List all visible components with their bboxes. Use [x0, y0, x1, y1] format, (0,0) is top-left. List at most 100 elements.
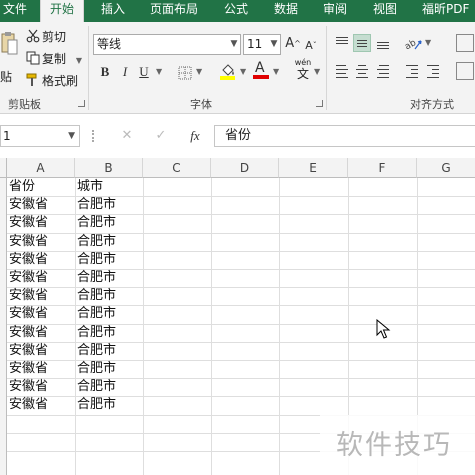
cell-city[interactable]: 合肥市: [75, 342, 116, 360]
cell-province[interactable]: 安徽省: [7, 287, 48, 305]
chevron-down-icon[interactable]: ▼: [273, 62, 279, 82]
cell-province[interactable]: 安徽省: [7, 251, 48, 269]
chevron-down-icon: ▼: [270, 39, 278, 49]
chevron-down-icon: ▼: [230, 39, 238, 49]
column-header-g[interactable]: G: [417, 158, 475, 178]
font-color-button[interactable]: A: [252, 60, 270, 80]
cell-province[interactable]: 安徽省: [7, 342, 48, 360]
increase-font-size-button[interactable]: A^: [285, 34, 301, 54]
chevron-down-icon[interactable]: ▼: [240, 62, 246, 82]
column-header-c[interactable]: C: [143, 158, 211, 178]
phonetic-guide-button[interactable]: wén 文: [292, 58, 314, 82]
cell-city[interactable]: 合肥市: [75, 287, 116, 305]
column-header-d[interactable]: D: [211, 158, 279, 178]
font-name-select[interactable]: 等线 ▼: [93, 34, 241, 55]
text-orientation-icon: ab: [405, 38, 422, 51]
ribbon-tab-bar: 文件 开始 插入 页面布局 公式 数据 审阅 视图 福昕PDF: [0, 0, 475, 22]
column-header-e[interactable]: E: [279, 158, 348, 178]
cell-province[interactable]: 安徽省: [7, 233, 48, 251]
cell-province[interactable]: 安徽省: [7, 324, 48, 342]
group-divider: [88, 26, 89, 110]
chevron-down-icon[interactable]: ▼: [156, 62, 162, 82]
top-align-button[interactable]: [333, 34, 351, 52]
decrease-font-size-button[interactable]: Aˇ: [304, 36, 318, 56]
tab-view[interactable]: 视图: [373, 0, 397, 22]
borders-icon[interactable]: [178, 66, 192, 80]
underline-button[interactable]: U: [137, 62, 151, 82]
increase-indent-button[interactable]: [424, 62, 442, 80]
format-painter-label: 格式刷: [42, 74, 79, 88]
tab-page-layout[interactable]: 页面布局: [150, 0, 198, 22]
insert-function-icon[interactable]: fx: [184, 125, 206, 147]
bold-button[interactable]: B: [97, 62, 113, 82]
align-center-button[interactable]: [353, 62, 371, 80]
cell-province[interactable]: 安徽省: [7, 196, 48, 214]
chevron-down-icon[interactable]: ▼: [196, 62, 202, 82]
format-painter-button[interactable]: 格式刷: [26, 72, 78, 90]
cancel-icon[interactable]: ✕: [116, 125, 138, 147]
middle-align-button[interactable]: [353, 34, 371, 52]
chevron-down-icon: ▼: [425, 38, 432, 47]
tab-formulas[interactable]: 公式: [224, 0, 248, 22]
merge-center-icon[interactable]: [456, 62, 474, 80]
name-box[interactable]: 1 ▼: [0, 125, 80, 147]
cell-city[interactable]: 合肥市: [75, 233, 116, 251]
tab-data[interactable]: 数据: [274, 0, 298, 22]
phonetic-text: wén: [294, 58, 312, 67]
alignment-group-label: 对齐方式: [410, 98, 454, 111]
copy-button[interactable]: 复制 ▼: [26, 50, 82, 68]
tab-foxit-pdf[interactable]: 福昕PDF: [422, 0, 469, 22]
align-right-button[interactable]: [374, 62, 392, 80]
cell-province[interactable]: 安徽省: [7, 214, 48, 232]
row-header-strip[interactable]: [0, 178, 7, 475]
bottom-align-button[interactable]: [374, 34, 392, 52]
chevron-down-icon[interactable]: ▼: [76, 56, 82, 65]
tab-insert[interactable]: 插入: [101, 0, 125, 22]
cell-city[interactable]: 合肥市: [75, 214, 116, 232]
column-gridline: [143, 178, 144, 475]
font-size-select[interactable]: 11 ▼: [243, 34, 281, 55]
cell-city[interactable]: 合肥市: [75, 378, 116, 396]
paste-label: 贴: [0, 70, 13, 84]
orientation-button[interactable]: ab ▼: [405, 34, 435, 52]
cell-city[interactable]: 合肥市: [75, 269, 116, 287]
cell-a-header[interactable]: 省份: [7, 178, 35, 196]
column-header-b[interactable]: B: [75, 158, 143, 178]
select-all-corner[interactable]: [0, 158, 7, 178]
clipboard-dialog-launcher-icon[interactable]: [78, 100, 85, 107]
column-header-f[interactable]: F: [348, 158, 417, 178]
cell-province[interactable]: 安徽省: [7, 378, 48, 396]
cell-province[interactable]: 安徽省: [7, 269, 48, 287]
italic-button[interactable]: I: [118, 62, 132, 82]
cell-city[interactable]: 合肥市: [75, 360, 116, 378]
formula-input[interactable]: 省份: [214, 125, 475, 147]
cell-province[interactable]: 安徽省: [7, 396, 48, 414]
formula-bar: 1 ▼ ✕ ✓ fx 省份: [0, 114, 475, 158]
fill-color-icon[interactable]: [219, 62, 237, 80]
cell-province[interactable]: 安徽省: [7, 305, 48, 323]
tab-review[interactable]: 审阅: [323, 0, 347, 22]
cell-b-header[interactable]: 城市: [75, 178, 103, 196]
wrap-text-icon[interactable]: [456, 34, 474, 52]
grow-font-glyph: A: [285, 36, 295, 51]
align-left-button[interactable]: [333, 62, 351, 80]
chevron-down-icon[interactable]: ▼: [314, 62, 320, 82]
cell-city[interactable]: 合肥市: [75, 251, 116, 269]
cell-city[interactable]: 合肥市: [75, 305, 116, 323]
decrease-indent-button[interactable]: [403, 62, 421, 80]
formula-bar-splitter[interactable]: [92, 130, 94, 142]
shrink-font-glyph: A: [305, 39, 313, 52]
cell-city[interactable]: 合肥市: [75, 324, 116, 342]
column-header-a[interactable]: A: [7, 158, 75, 178]
tab-file[interactable]: 文件: [3, 0, 43, 22]
paste-button[interactable]: 贴: [0, 28, 20, 88]
chevron-down-icon[interactable]: ▼: [68, 126, 75, 146]
enter-icon[interactable]: ✓: [150, 125, 172, 147]
cell-city[interactable]: 合肥市: [75, 396, 116, 414]
font-dialog-launcher-icon[interactable]: [316, 100, 323, 107]
tab-home[interactable]: 开始: [40, 0, 84, 22]
cell-city[interactable]: 合肥市: [75, 196, 116, 214]
cut-button[interactable]: 剪切: [26, 28, 66, 46]
cell-province[interactable]: 安徽省: [7, 360, 48, 378]
font-name-value: 等线: [97, 37, 122, 51]
